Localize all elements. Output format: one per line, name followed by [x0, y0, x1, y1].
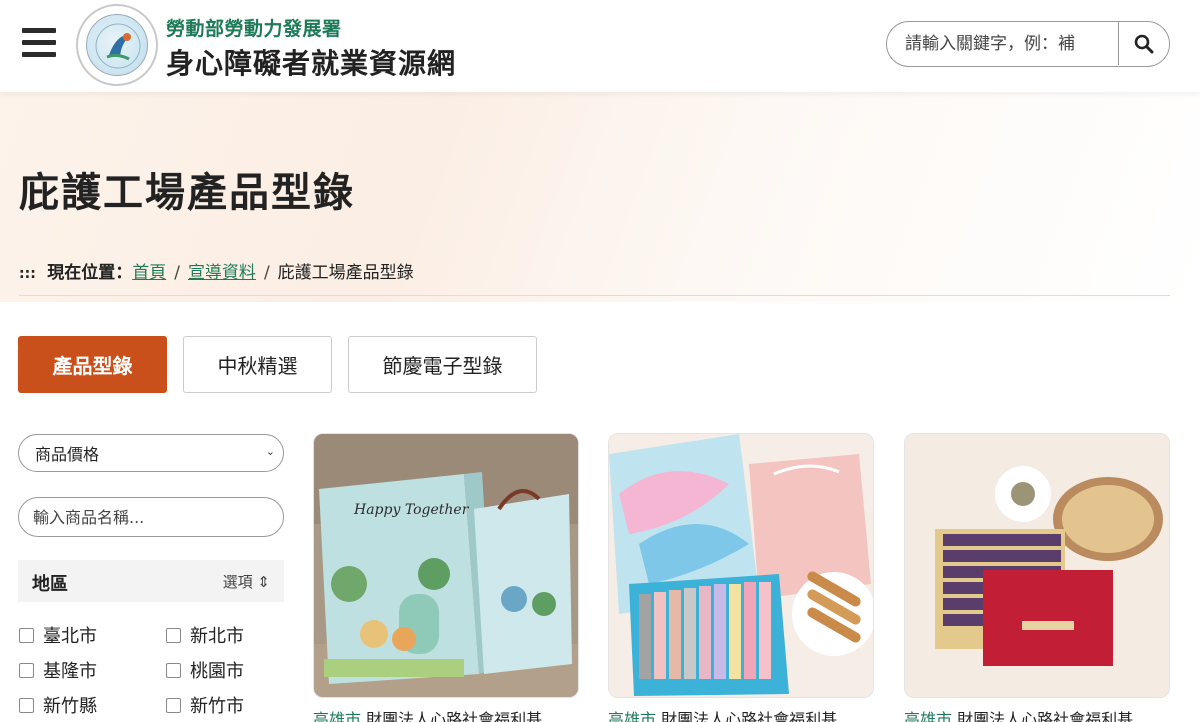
- product-photo-pastel-box: [609, 434, 873, 697]
- product-caption[interactable]: 高雄市 財團法人心路社會福利基…: [904, 706, 1170, 722]
- search-box: [886, 21, 1170, 67]
- region-label: 基隆市: [43, 661, 97, 682]
- region-label: 臺北市: [43, 626, 97, 647]
- tab-product-catalog[interactable]: 產品型錄: [18, 336, 167, 393]
- checkbox[interactable]: [19, 627, 34, 643]
- product-city[interactable]: 高雄市: [904, 710, 952, 722]
- region-filter-header: 地區 選項 ⇕: [18, 560, 284, 602]
- region-label: 新竹市: [190, 696, 244, 717]
- checkbox[interactable]: [166, 697, 181, 713]
- checkbox[interactable]: [166, 627, 181, 643]
- product-city[interactable]: 高雄市: [313, 710, 361, 722]
- product-city[interactable]: 高雄市: [608, 710, 656, 722]
- region-checkbox-new-taipei[interactable]: 新北市: [166, 622, 244, 648]
- site-title[interactable]: 身心障礙者就業資源網: [166, 42, 456, 82]
- product-org[interactable]: 財團法人心路社會福利基…: [661, 710, 853, 722]
- region-checkbox-taipei[interactable]: 臺北市: [19, 622, 97, 648]
- product-org[interactable]: 財團法人心路社會福利基…: [366, 710, 558, 722]
- magnifier-icon: [1134, 34, 1154, 54]
- search-button[interactable]: [1118, 22, 1169, 65]
- agency-logo[interactable]: [76, 4, 158, 86]
- sort-arrows-icon: ⇕: [257, 573, 270, 591]
- price-select[interactable]: 商品價格 ⌄: [18, 434, 284, 472]
- divider: [19, 295, 1170, 296]
- hamburger-menu-icon[interactable]: [22, 28, 56, 58]
- product-card-image[interactable]: Happy Together: [313, 433, 579, 698]
- search-input[interactable]: [887, 22, 1118, 65]
- region-label: 新竹縣: [43, 696, 97, 717]
- region-checkbox-hsinchu-county[interactable]: 新竹縣: [19, 692, 97, 718]
- product-name-input[interactable]: [18, 497, 284, 537]
- breadcrumb-current: 庇護工場產品型錄: [277, 263, 414, 283]
- region-label: 桃園市: [190, 661, 244, 682]
- region-options-label: 選項: [222, 573, 253, 591]
- agency-name[interactable]: 勞動部勞動力發展署: [166, 14, 342, 41]
- checkbox[interactable]: [19, 662, 34, 678]
- breadcrumb-separator: /: [174, 263, 180, 283]
- breadcrumb-separator: /: [263, 263, 270, 283]
- checkbox[interactable]: [166, 662, 181, 678]
- checkbox[interactable]: [19, 697, 34, 713]
- breadcrumb-promo-link[interactable]: 宣導資料: [188, 263, 256, 283]
- product-photo-red-giftbox: [905, 434, 1169, 697]
- product-card-image[interactable]: [608, 433, 874, 698]
- product-caption[interactable]: 高雄市 財團法人心路社會福利基…: [313, 706, 579, 722]
- chevron-down-icon: ⌄: [265, 445, 275, 458]
- breadcrumb-label: 現在位置：: [47, 263, 133, 283]
- tab-mid-autumn[interactable]: 中秋精選: [183, 336, 332, 393]
- region-title: 地區: [32, 574, 68, 595]
- happy-together-text: Happy Together: [353, 502, 470, 518]
- region-label: 新北市: [190, 626, 244, 647]
- tab-festival-ecatalog[interactable]: 節慶電子型錄: [348, 336, 537, 393]
- breadcrumb: ::: 現在位置：首頁 / 宣導資料 / 庇護工場產品型錄: [19, 258, 414, 283]
- product-org[interactable]: 財團法人心路社會福利基…: [957, 710, 1149, 722]
- logo-emblem: [86, 14, 148, 76]
- product-caption[interactable]: 高雄市 財團法人心路社會福利基…: [608, 706, 874, 722]
- region-options-toggle[interactable]: 選項 ⇕: [223, 571, 270, 592]
- site-header: 勞動部勞動力發展署 身心障礙者就業資源網: [0, 0, 1200, 92]
- product-photo-happy-together: Happy Together: [314, 434, 578, 697]
- region-checkbox-hsinchu-city[interactable]: 新竹市: [166, 692, 244, 718]
- accesskey-dots[interactable]: :::: [19, 266, 36, 282]
- product-card-image[interactable]: [904, 433, 1170, 698]
- region-checkbox-keelung[interactable]: 基隆市: [19, 657, 97, 683]
- region-checkbox-taoyuan[interactable]: 桃園市: [166, 657, 244, 683]
- page-title: 庇護工場產品型錄: [19, 170, 355, 216]
- price-select-value: 商品價格: [35, 445, 100, 464]
- breadcrumb-home-link[interactable]: 首頁: [132, 263, 166, 283]
